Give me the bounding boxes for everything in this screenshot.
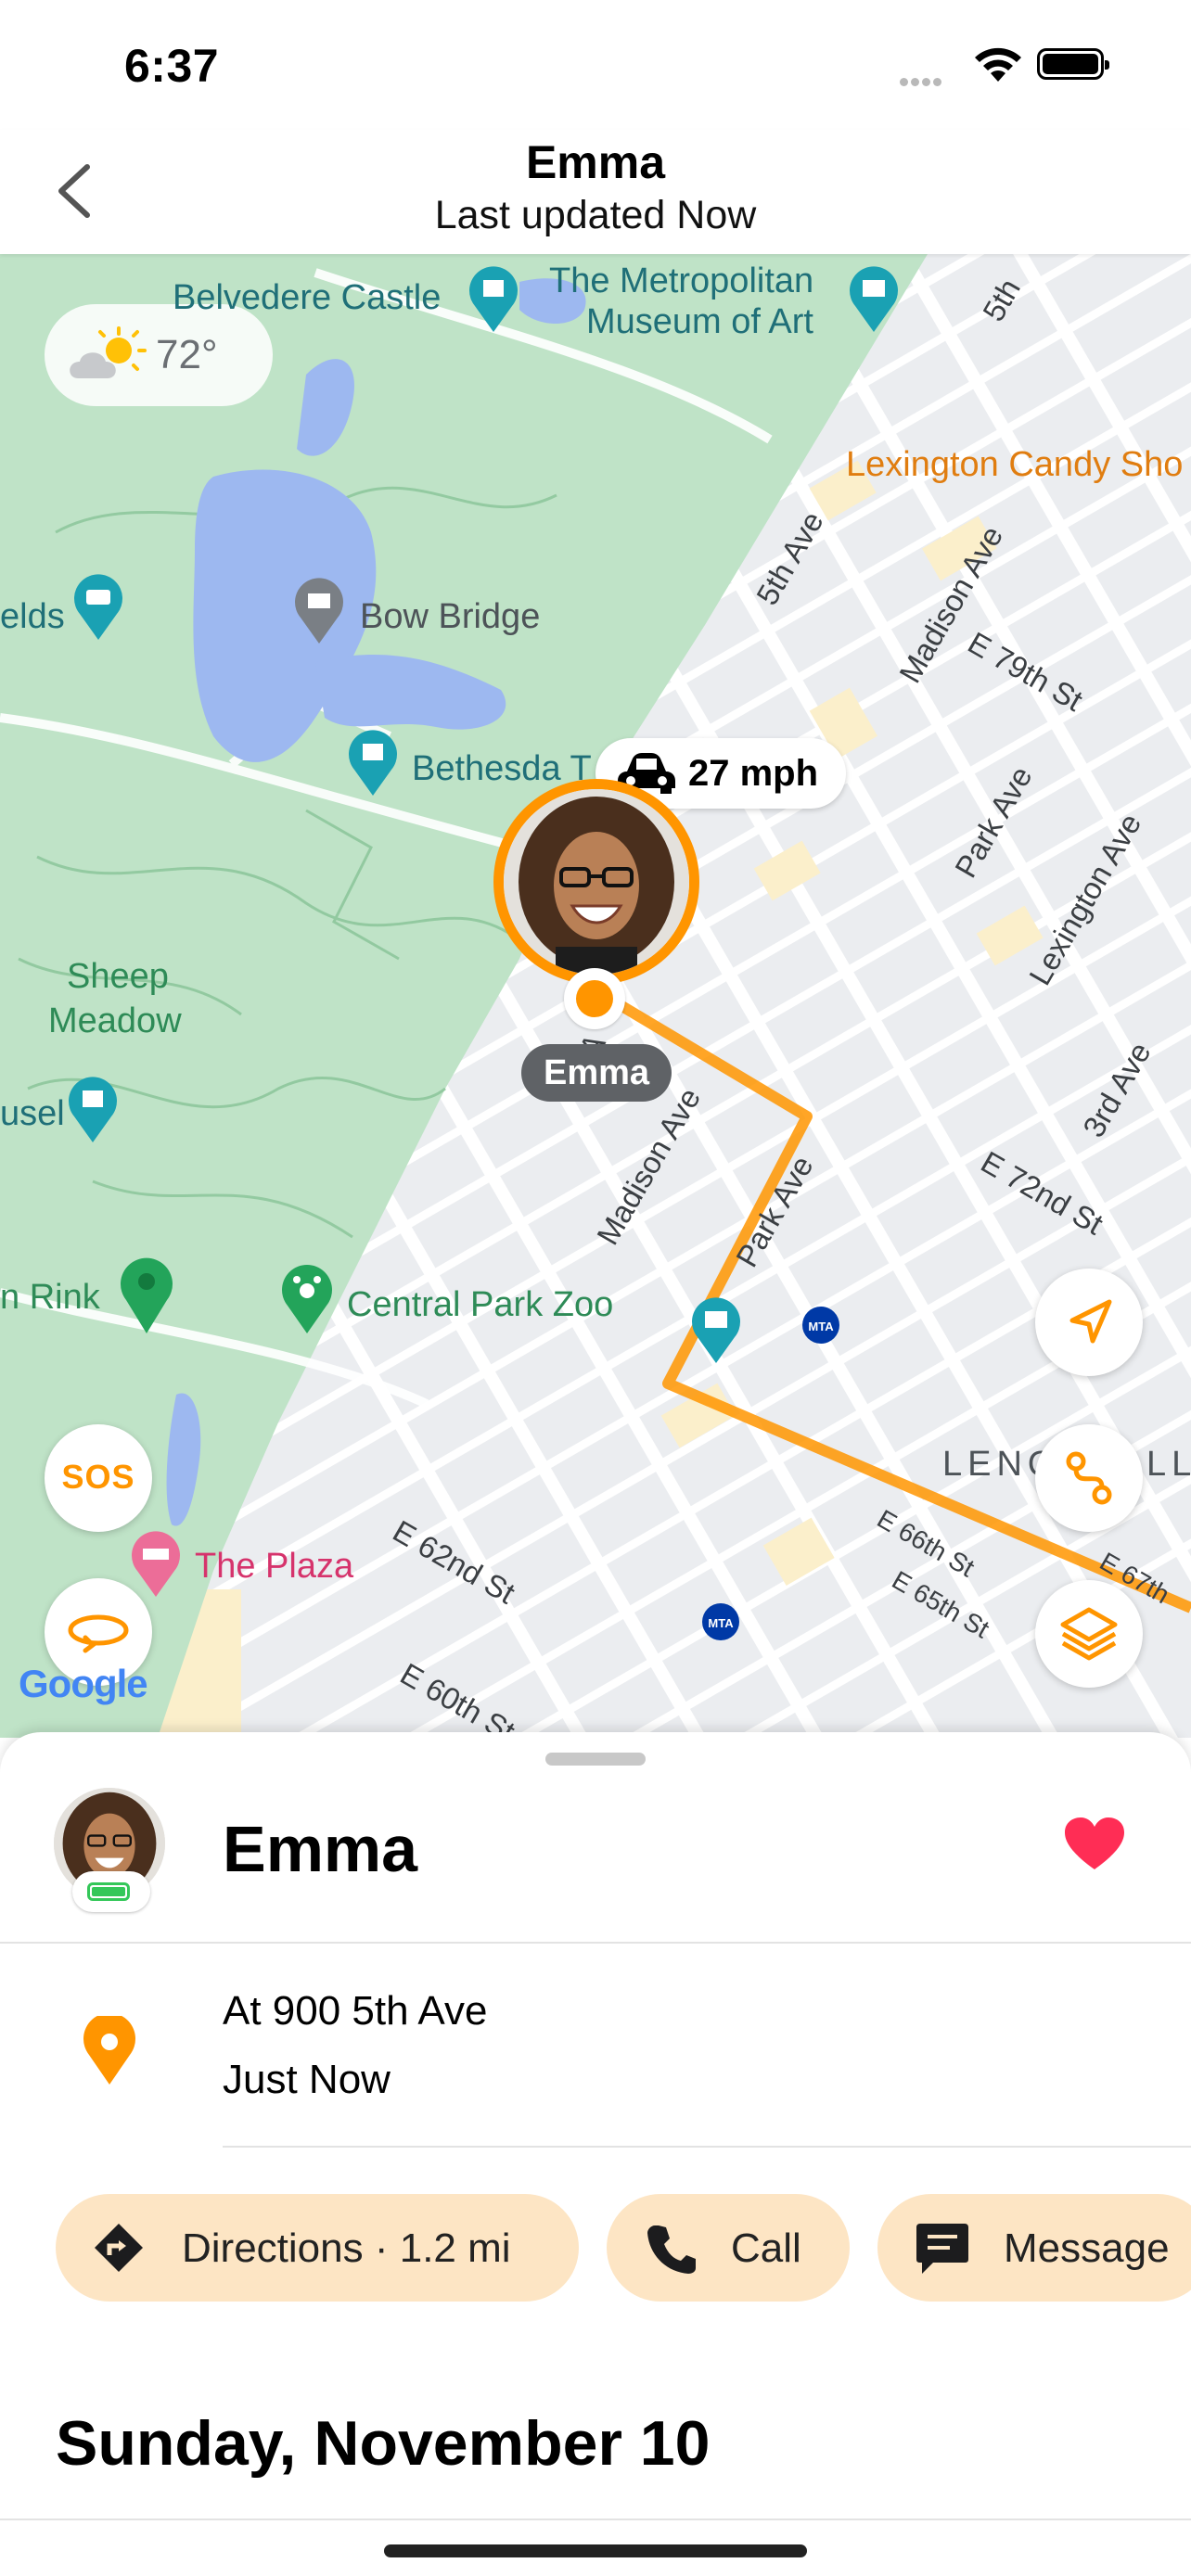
map-view[interactable]: 72° Belvedere Castle The Metropolitan Mu… [0, 254, 1191, 1738]
nav-header: Emma Last updated Now [0, 130, 1191, 254]
battery-status-badge [72, 1871, 150, 1912]
message-label: Message [1004, 2225, 1170, 2271]
map-label-carousel: usel [0, 1094, 65, 1133]
google-logo: Google [19, 1662, 148, 1705]
location-address: At 900 5th Ave [223, 1988, 488, 2034]
call-button[interactable]: Call [607, 2194, 850, 2302]
subway-icon: MTA [802, 1307, 839, 1344]
map-label-lenox-end: LL [1146, 1445, 1191, 1484]
bottom-sheet[interactable]: Emma At 900 5th Ave Just Now Directions … [0, 1732, 1191, 2576]
map-label-met-1: The Metropolitan [549, 261, 814, 300]
park-pin-icon[interactable] [119, 1256, 174, 1335]
sheet-grabber[interactable] [545, 1753, 646, 1766]
navigation-arrow-icon [1069, 1299, 1112, 1344]
sos-label: SOS [61, 1458, 135, 1496]
map-label-plaza: The Plaza [195, 1547, 354, 1586]
map-label-sheep-2: Meadow [48, 1001, 182, 1040]
carousel-pin-icon[interactable] [65, 1074, 121, 1144]
map-label-met-2: Museum of Art [586, 302, 813, 341]
map-label-elds: elds [0, 597, 65, 636]
date-heading: Sunday, November 10 [56, 2408, 711, 2479]
message-button[interactable]: Message [877, 2194, 1191, 2302]
sos-button[interactable]: SOS [45, 1424, 152, 1532]
divider [223, 2146, 1191, 2148]
avatar-photo [504, 789, 689, 975]
weather-temperature: 72° [156, 332, 218, 377]
directions-icon [95, 2224, 143, 2272]
wifi-icon [975, 47, 1021, 82]
person-name: Emma [223, 1813, 418, 1885]
map-avatar[interactable] [493, 779, 699, 985]
status-bar: 6:37 [0, 0, 1191, 130]
castle-pin-icon[interactable] [466, 263, 521, 334]
directions-label: Directions · 1.2 mi [182, 2225, 511, 2271]
divider [0, 1942, 1191, 1944]
home-indicator [384, 2544, 807, 2557]
partly-sunny-icon [70, 326, 147, 378]
cellular-signal-icon [900, 74, 944, 91]
camera-pin-icon[interactable] [70, 571, 126, 642]
page-subtitle: Last updated Now [434, 193, 757, 237]
divider [0, 2519, 1191, 2520]
recenter-button[interactable] [1035, 1269, 1143, 1376]
layers-icon [1060, 1607, 1118, 1661]
map-layers-button[interactable] [1035, 1580, 1143, 1688]
heart-icon[interactable] [1065, 1817, 1124, 1871]
directions-button[interactable]: Directions · 1.2 mi [56, 2194, 579, 2302]
map-label-rink: n Rink [0, 1278, 100, 1317]
fountain-pin-icon[interactable] [345, 727, 401, 797]
subway-icon-2: MTA [702, 1603, 739, 1640]
map-person-label: Emma [521, 1044, 672, 1102]
map-label-bow-bridge: Bow Bridge [360, 597, 541, 636]
bridge-pin-icon[interactable] [291, 575, 347, 645]
call-label: Call [731, 2225, 801, 2271]
route-history-button[interactable] [1035, 1424, 1143, 1532]
page-title: Emma [525, 136, 666, 188]
weather-pill: 72° [45, 304, 273, 406]
message-icon [916, 2224, 968, 2274]
status-time: 6:37 [124, 40, 220, 92]
location-dot [564, 968, 625, 1029]
map-label-sheep-1: Sheep [67, 957, 169, 996]
route-icon [1066, 1451, 1112, 1505]
speed-value: 27 mph [688, 753, 819, 794]
zoo-pin-icon[interactable] [278, 1261, 336, 1335]
map-label-belvedere: Belvedere Castle [173, 278, 442, 317]
subway-label: MTA [808, 1320, 834, 1333]
location-pin-icon [83, 2016, 135, 2085]
museum-pin-icon[interactable] [846, 263, 902, 334]
map-label-lexington-candy: Lexington Candy Sho [846, 445, 1184, 484]
battery-icon [1037, 48, 1109, 80]
museum-pin-2-icon[interactable] [688, 1294, 744, 1365]
subway-label-2: MTA [708, 1616, 734, 1630]
map-label-zoo: Central Park Zoo [347, 1285, 614, 1324]
location-time: Just Now [223, 2057, 391, 2102]
phone-icon [647, 2225, 696, 2274]
